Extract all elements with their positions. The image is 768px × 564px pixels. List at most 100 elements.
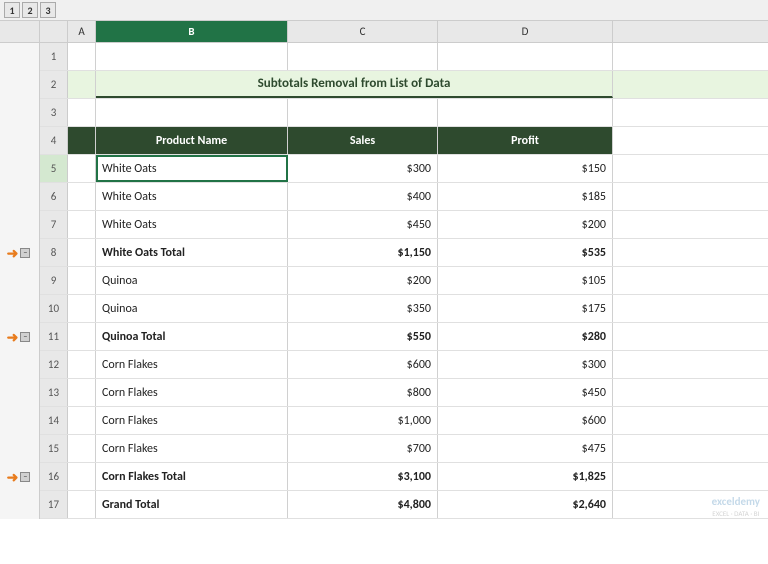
- row-8: 8 White Oats Total $1,150 $535: [40, 239, 768, 267]
- col-header-d[interactable]: D: [438, 21, 613, 42]
- cell-4b-header[interactable]: Product Name: [96, 127, 288, 154]
- spreadsheet-app: 1 2 3 ➜ −: [0, 0, 768, 519]
- cell-9a[interactable]: [68, 267, 96, 294]
- row-15: 15 Corn Flakes $700 $475: [40, 435, 768, 463]
- cell-15b[interactable]: Corn Flakes: [96, 435, 288, 462]
- cell-16d[interactable]: $1,825: [438, 463, 613, 490]
- cell-12c[interactable]: $600: [288, 351, 438, 378]
- cell-17b[interactable]: Grand Total: [96, 491, 288, 518]
- row-ind-9: [0, 267, 39, 295]
- cell-6d[interactable]: $185: [438, 183, 613, 210]
- cell-5d[interactable]: $150: [438, 155, 613, 182]
- cell-16b[interactable]: Corn Flakes Total: [96, 463, 288, 490]
- cell-9d[interactable]: $105: [438, 267, 613, 294]
- row-ind-16: ➜ −: [0, 463, 39, 491]
- cell-10a[interactable]: [68, 295, 96, 322]
- row-num-5: 5: [40, 155, 68, 182]
- row-16: 16 Corn Flakes Total $3,100 $1,825: [40, 463, 768, 491]
- row-ind-5: [0, 155, 39, 183]
- cell-15c[interactable]: $700: [288, 435, 438, 462]
- col-header-c[interactable]: C: [288, 21, 438, 42]
- col-header-b[interactable]: B: [96, 21, 288, 42]
- col-headers: A B C D: [40, 21, 768, 43]
- cell-6b[interactable]: White Oats: [96, 183, 288, 210]
- cell-15a[interactable]: [68, 435, 96, 462]
- cell-4c-header[interactable]: Sales: [288, 127, 438, 154]
- cell-12a[interactable]: [68, 351, 96, 378]
- cell-7c[interactable]: $450: [288, 211, 438, 238]
- cell-7b[interactable]: White Oats: [96, 211, 288, 238]
- cell-12b[interactable]: Corn Flakes: [96, 351, 288, 378]
- row-7: 7 White Oats $450 $200: [40, 211, 768, 239]
- row-ind-17: [0, 491, 39, 519]
- cell-1b[interactable]: [96, 43, 288, 70]
- row-num-10: 10: [40, 295, 68, 322]
- row-3: 3: [40, 99, 768, 127]
- cell-11b[interactable]: Quinoa Total: [96, 323, 288, 350]
- cell-1a[interactable]: [68, 43, 96, 70]
- cell-8d[interactable]: $535: [438, 239, 613, 266]
- cell-13c[interactable]: $800: [288, 379, 438, 406]
- row-10: 10 Quinoa $350 $175: [40, 295, 768, 323]
- cell-7a[interactable]: [68, 211, 96, 238]
- cell-8c[interactable]: $1,150: [288, 239, 438, 266]
- cell-16a[interactable]: [68, 463, 96, 490]
- cell-14c[interactable]: $1,000: [288, 407, 438, 434]
- cell-12d[interactable]: $300: [438, 351, 613, 378]
- cell-17c[interactable]: $4,800: [288, 491, 438, 518]
- row-ind-6: [0, 183, 39, 211]
- cell-5a[interactable]: [68, 155, 96, 182]
- cell-2b-title[interactable]: Subtotals Removal from List of Data: [96, 71, 613, 98]
- cell-1c[interactable]: [288, 43, 438, 70]
- cell-1d[interactable]: [438, 43, 613, 70]
- col-header-a[interactable]: A: [68, 21, 96, 42]
- cell-10b[interactable]: Quinoa: [96, 295, 288, 322]
- cell-8b[interactable]: White Oats Total: [96, 239, 288, 266]
- row-num-1: 1: [40, 43, 68, 70]
- cell-16c[interactable]: $3,100: [288, 463, 438, 490]
- cell-14b[interactable]: Corn Flakes: [96, 407, 288, 434]
- row-num-12: 12: [40, 351, 68, 378]
- cell-3d[interactable]: [438, 99, 613, 126]
- cell-13d[interactable]: $450: [438, 379, 613, 406]
- cell-11c[interactable]: $550: [288, 323, 438, 350]
- cell-9b[interactable]: Quinoa: [96, 267, 288, 294]
- row-num-17: 17: [40, 491, 68, 518]
- outline-level-3[interactable]: 3: [40, 2, 56, 18]
- cell-5c[interactable]: $300: [288, 155, 438, 182]
- cell-4a[interactable]: [68, 127, 96, 154]
- cell-17a[interactable]: [68, 491, 96, 518]
- cell-14d[interactable]: $600: [438, 407, 613, 434]
- cell-4d-header[interactable]: Profit: [438, 127, 613, 154]
- cell-3c[interactable]: [288, 99, 438, 126]
- cell-7d[interactable]: $200: [438, 211, 613, 238]
- outline-level-1[interactable]: 1: [4, 2, 20, 18]
- cell-11a[interactable]: [68, 323, 96, 350]
- cell-8a[interactable]: [68, 239, 96, 266]
- outline-level-2[interactable]: 2: [22, 2, 38, 18]
- cell-10c[interactable]: $350: [288, 295, 438, 322]
- cell-3b[interactable]: [96, 99, 288, 126]
- row-num-13: 13: [40, 379, 68, 406]
- cell-14a[interactable]: [68, 407, 96, 434]
- cell-13b[interactable]: Corn Flakes: [96, 379, 288, 406]
- cell-17d[interactable]: $2,640: [438, 491, 613, 518]
- cell-5b[interactable]: White Oats: [96, 155, 288, 182]
- cell-10d[interactable]: $175: [438, 295, 613, 322]
- cell-2a[interactable]: [68, 71, 96, 98]
- row-ind-12: [0, 351, 39, 379]
- cell-6a[interactable]: [68, 183, 96, 210]
- cell-9c[interactable]: $200: [288, 267, 438, 294]
- cell-6c[interactable]: $400: [288, 183, 438, 210]
- row-ind-15: [0, 435, 39, 463]
- collapse-btn-8[interactable]: −: [20, 248, 30, 258]
- collapse-btn-11[interactable]: −: [20, 332, 30, 342]
- cell-13a[interactable]: [68, 379, 96, 406]
- row-ind-14: [0, 407, 39, 435]
- row-ind-7: [0, 211, 39, 239]
- row-num-14: 14: [40, 407, 68, 434]
- cell-15d[interactable]: $475: [438, 435, 613, 462]
- collapse-btn-16[interactable]: −: [20, 472, 30, 482]
- cell-11d[interactable]: $280: [438, 323, 613, 350]
- cell-3a[interactable]: [68, 99, 96, 126]
